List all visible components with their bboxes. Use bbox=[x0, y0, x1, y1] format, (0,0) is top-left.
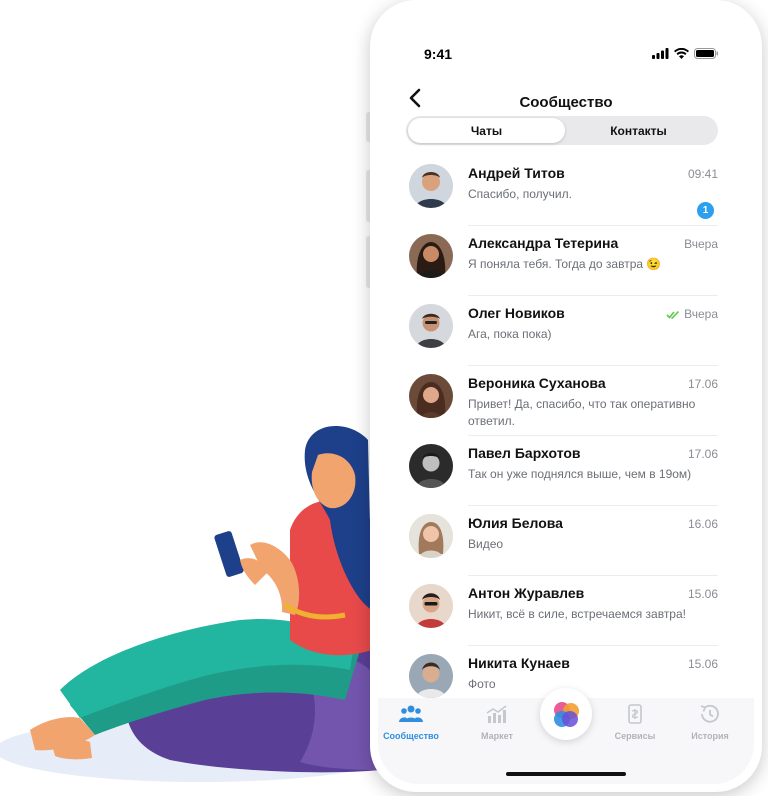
chat-name: Александра Тетерина bbox=[468, 235, 619, 251]
chat-time-text: Вчера bbox=[684, 307, 718, 321]
chat-name: Юлия Белова bbox=[468, 515, 563, 531]
chat-preview: Ага, пока пока) bbox=[468, 327, 552, 341]
wifi-icon bbox=[674, 48, 689, 59]
chat-time-text: 15.06 bbox=[687, 587, 718, 601]
avatar bbox=[409, 514, 453, 558]
chat-row[interactable]: Антон Журавлев Никит, всё в силе, встреч… bbox=[378, 576, 754, 646]
color-circles-icon bbox=[554, 702, 579, 727]
chart-icon bbox=[486, 705, 507, 723]
chat-name: Андрей Титов bbox=[468, 165, 565, 181]
chat-time: 15.06 bbox=[688, 587, 718, 601]
chat-name: Никита Кунаев bbox=[468, 655, 570, 671]
chat-time: 17.06 bbox=[688, 447, 718, 461]
chat-row[interactable]: Юлия Белова Видео 16.06 bbox=[378, 506, 754, 576]
chat-preview: Видео bbox=[468, 537, 504, 551]
tab-chats[interactable]: Чаты bbox=[408, 118, 565, 143]
chat-name: Антон Журавлев bbox=[468, 585, 585, 601]
tab-label: Сообщество bbox=[383, 731, 439, 741]
tab-label: Сервисы bbox=[614, 731, 656, 741]
chat-row[interactable]: Олег Новиков Ага, пока пока) Вчера bbox=[378, 296, 754, 366]
chat-preview: Привет! Да, спасибо, что так оперативно … bbox=[468, 397, 696, 428]
chat-preview: Спасибо, получил. bbox=[468, 187, 572, 201]
status-icons bbox=[652, 48, 718, 59]
avatar bbox=[409, 374, 453, 418]
chat-row[interactable]: Вероника Суханова Привет! Да, спасибо, ч… bbox=[378, 366, 754, 436]
tab-history[interactable]: История bbox=[675, 704, 745, 741]
chat-time-text: 17.06 bbox=[687, 447, 718, 461]
services-icon bbox=[628, 704, 642, 724]
chat-row[interactable]: Павел Бархотов Так он уже поднялся выше,… bbox=[378, 436, 754, 506]
avatar bbox=[409, 234, 453, 278]
avatar bbox=[409, 304, 453, 348]
chat-row[interactable]: Андрей Титов Спасибо, получил. 09:41 1 bbox=[378, 156, 754, 226]
chat-time-text: 09:41 bbox=[687, 167, 718, 181]
status-bar: 9:41 bbox=[378, 8, 754, 62]
status-time: 9:41 bbox=[424, 46, 453, 62]
chat-time: 09:41 bbox=[688, 167, 718, 181]
header: Сообщество bbox=[378, 80, 754, 120]
tab-community[interactable]: Сообщество bbox=[378, 704, 446, 741]
tab-contacts[interactable]: Контакты bbox=[560, 118, 717, 143]
double-check-icon bbox=[666, 310, 680, 319]
tab-market[interactable]: Маркет bbox=[462, 704, 532, 741]
chat-name: Олег Новиков bbox=[468, 305, 565, 321]
tab-services[interactable]: Сервисы bbox=[600, 704, 670, 741]
chat-time-text: 17.06 bbox=[687, 377, 718, 391]
chat-time: 17.06 bbox=[688, 377, 718, 391]
phone-screen: 9:41 Сообщество Чаты Контакты Андрей Тит… bbox=[378, 8, 754, 784]
unread-badge: 1 bbox=[697, 202, 714, 219]
avatar bbox=[409, 444, 453, 488]
avatar bbox=[409, 584, 453, 628]
tab-label: История bbox=[691, 731, 729, 741]
page-title: Сообщество bbox=[519, 94, 613, 111]
chat-time: Вчера bbox=[666, 307, 718, 321]
signal-icon bbox=[652, 48, 669, 59]
chat-time: 15.06 bbox=[688, 657, 718, 671]
segmented-control: Чаты Контакты bbox=[406, 116, 718, 145]
chat-time-text: 16.06 bbox=[687, 517, 718, 531]
chat-preview: Я поняла тебя. Тогда до завтра 😉 bbox=[468, 257, 662, 271]
chat-name: Вероника Суханова bbox=[468, 375, 606, 391]
chat-row[interactable]: Александра Тетерина Я поняла тебя. Тогда… bbox=[378, 226, 754, 296]
chat-preview: Никит, всё в силе, встречаемся завтра! bbox=[468, 607, 686, 621]
chat-time-text: 15.06 bbox=[687, 657, 718, 671]
avatar bbox=[409, 654, 453, 698]
community-icon bbox=[399, 705, 423, 722]
history-icon bbox=[700, 704, 719, 723]
chat-preview: Так он уже поднялся выше, чем в 19ом) bbox=[468, 467, 692, 481]
home-indicator bbox=[506, 772, 626, 776]
chat-time-text: Вчера bbox=[684, 237, 718, 251]
phone-frame: 9:41 Сообщество Чаты Контакты Андрей Тит… bbox=[370, 0, 762, 792]
tab-label: Маркет bbox=[481, 731, 513, 741]
center-action-button[interactable] bbox=[540, 688, 592, 740]
battery-icon bbox=[694, 48, 718, 59]
chat-name: Павел Бархотов bbox=[468, 445, 581, 461]
avatar bbox=[409, 164, 453, 208]
chat-time: Вчера bbox=[684, 237, 718, 251]
chat-time: 16.06 bbox=[688, 517, 718, 531]
